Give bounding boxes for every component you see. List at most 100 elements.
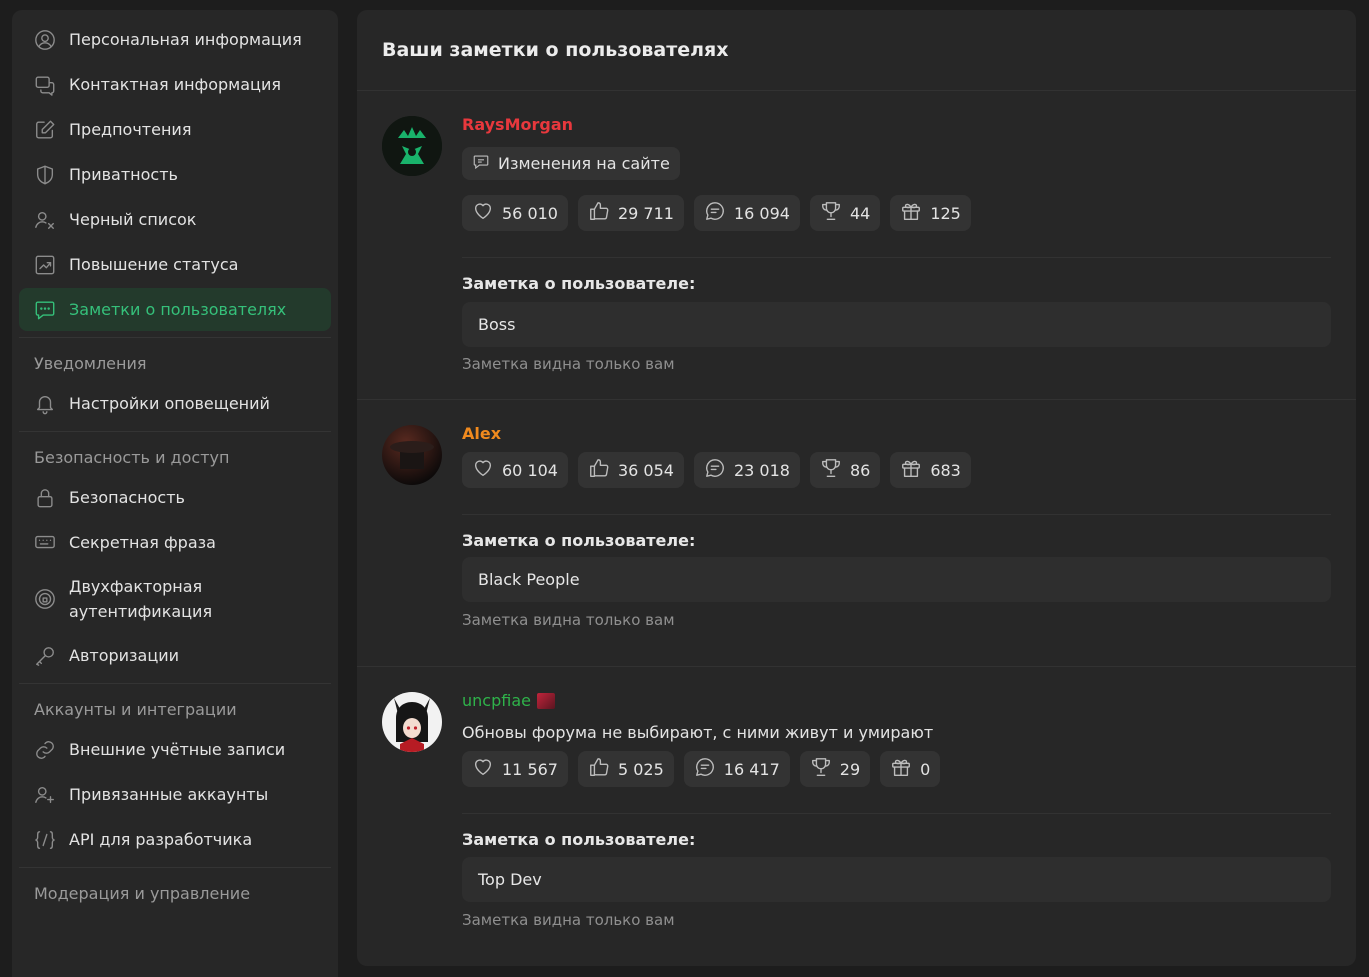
sidebar-item-linked-accounts[interactable]: Привязанные аккаунты	[19, 773, 331, 816]
sidebar-item-preferences[interactable]: Предпочтения	[19, 108, 331, 151]
code-icon	[33, 828, 57, 852]
stat-trophies[interactable]: 86	[809, 452, 881, 488]
sidebar-item-privacy[interactable]: Приватность	[19, 153, 331, 196]
message-icon	[694, 756, 716, 782]
thumbs-up-icon	[588, 457, 610, 483]
stat-likes[interactable]: 29 711	[577, 195, 684, 231]
sidebar-item-label: Секретная фраза	[69, 533, 216, 552]
stat-value: 29	[839, 759, 861, 779]
stat-value: 16 094	[733, 203, 790, 223]
user-stats: 60 104 36 054 23 018 86 683	[462, 452, 971, 488]
sidebar-item-user-notes[interactable]: Заметки о пользователях	[19, 288, 331, 331]
message-icon	[704, 457, 726, 483]
user-status: Обновы форума не выбирают, с ними живут …	[462, 723, 934, 742]
stat-messages[interactable]: 23 018	[693, 452, 800, 488]
bell-icon	[33, 392, 57, 416]
chart-up-icon	[33, 253, 57, 277]
two-factor-icon	[33, 587, 57, 611]
stat-reactions[interactable]: 56 010	[462, 195, 568, 231]
stat-value: 60 104	[502, 460, 558, 480]
heart-icon	[472, 200, 494, 226]
stat-gifts[interactable]: 683	[890, 452, 971, 488]
note-hint: Заметка видна только вам	[462, 611, 675, 629]
avatar[interactable]	[382, 692, 442, 752]
sidebar-item-contact-info[interactable]: Контактная информация	[19, 63, 331, 106]
sidebar-item-status-upgrade[interactable]: Повышение статуса	[19, 243, 331, 286]
user-x-icon	[33, 208, 57, 232]
sidebar-item-two-factor[interactable]: Двухфакторная аутентификация	[19, 566, 331, 632]
trophy-icon	[820, 457, 842, 483]
stat-reactions[interactable]: 11 567	[462, 751, 568, 787]
sidebar-item-label: Черный список	[69, 210, 197, 229]
settings-sidebar: Персональная информация Контактная инфор…	[12, 10, 338, 977]
sidebar-item-label: Предпочтения	[69, 120, 192, 139]
user-note-card: RaysMorgan Изменения на сайте 56 010 29 …	[357, 91, 1356, 400]
avatar[interactable]	[382, 425, 442, 485]
stat-gifts[interactable]: 0	[880, 751, 941, 787]
trophy-icon	[820, 200, 842, 226]
stat-trophies[interactable]: 44	[809, 195, 881, 231]
gift-icon	[900, 200, 922, 226]
stat-value: 0	[920, 759, 931, 779]
note-field[interactable]: Boss	[462, 302, 1331, 347]
divider	[462, 257, 1331, 258]
chat-bubbles-icon	[33, 73, 57, 97]
sidebar-item-blacklist[interactable]: Черный список	[19, 198, 331, 241]
gift-icon	[890, 756, 912, 782]
stat-value: 56 010	[502, 203, 558, 223]
username-link[interactable]: Alex	[462, 424, 501, 443]
sidebar-item-developer-api[interactable]: API для разработчика	[19, 818, 331, 861]
badge-label: Изменения на сайте	[498, 154, 670, 173]
sidebar-item-security[interactable]: Безопасность	[19, 476, 331, 519]
stat-trophies[interactable]: 29	[799, 751, 871, 787]
user-note-card: Alex 60 104 36 054 23 018 86 683 Заметка…	[357, 400, 1356, 667]
sidebar-item-alert-settings[interactable]: Настройки оповещений	[19, 382, 331, 425]
sidebar-item-external-accounts[interactable]: Внешние учётные записи	[19, 728, 331, 771]
sidebar-item-label: Приватность	[69, 165, 178, 184]
user-note-card: uncpfiae Обновы форума не выбирают, с ни…	[357, 667, 1356, 966]
note-label: Заметка о пользователе:	[462, 274, 696, 293]
note-hint: Заметка видна только вам	[462, 911, 675, 929]
sidebar-section-heading: Уведомления	[34, 353, 147, 373]
user-stats: 11 567 5 025 16 417 29 0	[462, 751, 941, 787]
lock-icon	[33, 486, 57, 510]
heart-icon	[472, 756, 494, 782]
comment-dots-icon	[33, 298, 57, 322]
note-hint: Заметка видна только вам	[462, 355, 675, 373]
sidebar-section-heading: Аккаунты и интеграции	[34, 699, 237, 719]
stat-messages[interactable]: 16 417	[683, 751, 790, 787]
sidebar-divider	[19, 337, 331, 338]
sidebar-item-secret-phrase[interactable]: Секретная фраза	[19, 521, 331, 564]
sidebar-section-heading: Безопасность и доступ	[34, 447, 230, 467]
username-link[interactable]: RaysMorgan	[462, 115, 573, 134]
divider	[462, 514, 1331, 515]
stat-value: 16 417	[723, 759, 780, 779]
note-label: Заметка о пользователе:	[462, 531, 696, 550]
edit-icon	[33, 118, 57, 142]
page-title: Ваши заметки о пользователях	[357, 10, 1356, 91]
stat-value: 23 018	[733, 460, 790, 480]
sidebar-item-personal-info[interactable]: Персональная информация	[19, 18, 331, 61]
user-stats: 56 010 29 711 16 094 44 125	[462, 195, 971, 231]
divider	[462, 813, 1331, 814]
stat-gifts[interactable]: 125	[890, 195, 971, 231]
sidebar-item-label: Привязанные аккаунты	[69, 785, 269, 804]
link-icon	[33, 738, 57, 762]
stat-reactions[interactable]: 60 104	[462, 452, 568, 488]
note-field[interactable]: Top Dev	[462, 857, 1331, 902]
avatar[interactable]	[382, 116, 442, 176]
sidebar-item-authorizations[interactable]: Авторизации	[19, 634, 331, 677]
stat-likes[interactable]: 5 025	[577, 751, 674, 787]
stat-value: 86	[849, 460, 871, 480]
sidebar-section-heading: Модерация и управление	[34, 883, 251, 903]
sidebar-item-label: Персональная информация	[69, 30, 302, 49]
stat-value: 44	[849, 203, 871, 223]
trophy-icon	[810, 756, 832, 782]
username-link[interactable]: uncpfiae	[462, 691, 531, 710]
stat-likes[interactable]: 36 054	[577, 452, 684, 488]
heart-icon	[472, 457, 494, 483]
stat-messages[interactable]: 16 094	[693, 195, 800, 231]
stat-value: 29 711	[617, 203, 674, 223]
thumbs-up-icon	[588, 756, 610, 782]
note-field[interactable]: Black People	[462, 557, 1331, 602]
